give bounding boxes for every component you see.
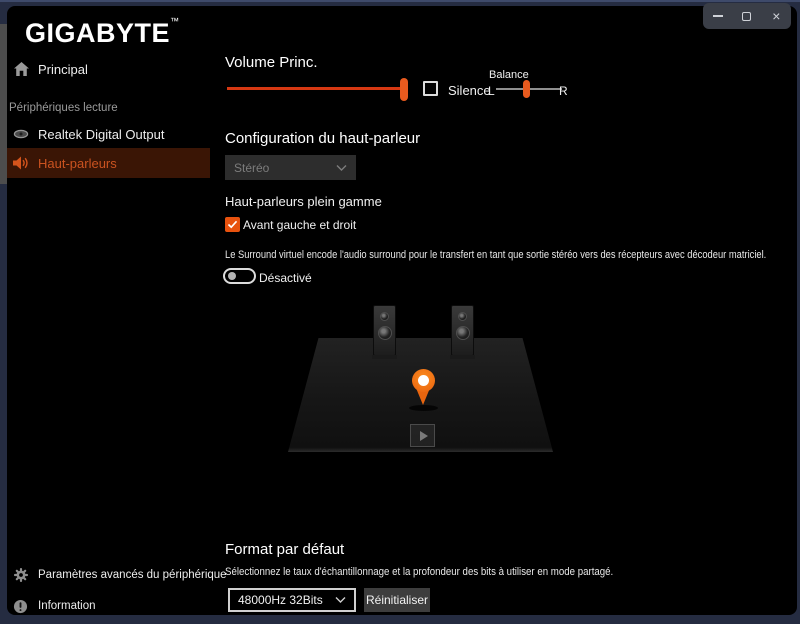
sidebar-item-label: Haut-parleurs: [38, 156, 117, 171]
volume-title: Volume Princ.: [225, 54, 318, 71]
speaker-config-value: Stéréo: [234, 161, 269, 175]
app-window: GIGABYTE™ Principal Périphériques lectur…: [7, 6, 797, 615]
tweeter-icon: [458, 312, 467, 321]
surround-toggle[interactable]: [223, 268, 256, 284]
surround-description: Le Surround virtuel encode l'audio surro…: [225, 249, 766, 261]
sidebar-item-haut-parleurs-selected[interactable]: Haut-parleurs: [7, 148, 210, 178]
full-range-title: Haut-parleurs plein gamme: [225, 194, 382, 209]
home-icon: [13, 61, 30, 77]
silence-label: Silence: [448, 83, 491, 98]
reset-button[interactable]: Réinitialiser: [364, 588, 430, 612]
surround-state-label: Désactivé: [259, 271, 312, 285]
balance-right-label: R: [559, 84, 568, 98]
check-icon: [227, 216, 238, 234]
woofer-icon: [456, 326, 470, 340]
sidebar-item-principal[interactable]: Principal: [7, 55, 210, 83]
balance-slider-thumb[interactable]: [523, 80, 530, 98]
sidebar-item-information[interactable]: Information: [7, 593, 210, 615]
toggle-knob: [228, 272, 236, 280]
sample-rate-dropdown[interactable]: 48000Hz 32Bits: [228, 588, 356, 612]
speaker-config-dropdown[interactable]: Stéréo: [225, 155, 356, 180]
front-left-right-checkbox[interactable]: [225, 217, 240, 232]
sidebar-section-playback: Périphériques lecture: [9, 102, 118, 114]
speaker-base: [372, 355, 397, 359]
tweeter-icon: [380, 312, 389, 321]
close-button[interactable]: ×: [763, 4, 789, 28]
woofer-icon: [378, 326, 392, 340]
sidebar-item-realtek-digital-output[interactable]: Realtek Digital Output: [7, 120, 210, 148]
minimize-button[interactable]: [705, 4, 731, 28]
listener-pin-shadow: [409, 405, 438, 411]
test-play-button[interactable]: [410, 424, 435, 447]
balance-left-label: L: [488, 84, 495, 98]
desktop: { "window_controls": { "close_glyph": "×…: [0, 0, 800, 624]
balance-label: Balance: [489, 69, 529, 81]
sidebar-item-advanced-settings[interactable]: Paramètres avancés du périphérique: [7, 562, 210, 588]
play-icon: [420, 431, 428, 441]
info-icon: [13, 599, 28, 614]
sidebar-item-label: Paramètres avancés du périphérique: [38, 569, 227, 581]
background-window-edge: [0, 24, 7, 184]
maximize-button[interactable]: [734, 4, 760, 28]
speaker-config-title: Configuration du haut-parleur: [225, 130, 420, 147]
minimize-icon: [713, 15, 723, 17]
chevron-down-icon: [335, 596, 346, 604]
listener-pin-dot: [418, 375, 429, 386]
default-format-title: Format par défaut: [225, 541, 344, 558]
left-speaker-image: [373, 305, 396, 356]
right-speaker-image: [451, 305, 474, 356]
volume-slider-thumb[interactable]: [400, 78, 408, 101]
sidebar-item-label: Information: [38, 600, 96, 612]
front-left-right-label: Avant gauche et droit: [243, 218, 356, 232]
sidebar-item-label: Realtek Digital Output: [38, 127, 164, 142]
gigabyte-logo: GIGABYTE™: [25, 16, 180, 49]
silence-checkbox[interactable]: [423, 81, 438, 96]
speaker-base: [450, 355, 475, 359]
digital-output-icon: [13, 129, 29, 139]
close-icon: ×: [772, 8, 780, 24]
sidebar-item-label: Principal: [38, 62, 88, 77]
window-controls: ×: [703, 3, 791, 29]
speaker-scene: [288, 301, 553, 459]
sample-rate-value: 48000Hz 32Bits: [238, 593, 323, 607]
default-format-description: Sélectionnez le taux d'échantillonnage e…: [225, 566, 613, 578]
speaker-icon: [12, 155, 30, 171]
volume-slider-track[interactable]: [227, 87, 400, 90]
desktop-top-edge: [0, 0, 800, 2]
trademark: ™: [170, 16, 180, 26]
gear-icon: [13, 567, 29, 583]
chevron-down-icon: [336, 164, 347, 172]
maximize-icon: [742, 12, 751, 21]
